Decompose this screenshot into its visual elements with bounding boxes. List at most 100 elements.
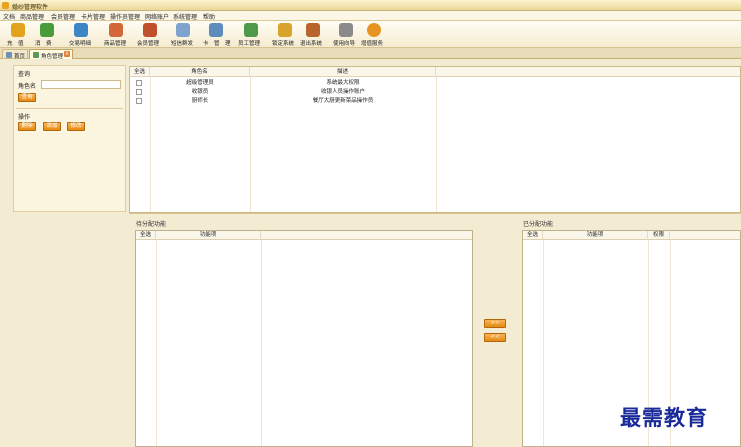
title-bar: 婚纱管理软件 (0, 0, 741, 11)
toolbar-label: 商品管理 (104, 41, 127, 47)
calendar-icon (74, 23, 88, 37)
row-checkbox[interactable] (136, 80, 142, 86)
toolbar-products-button[interactable]: 商品管理 (101, 22, 131, 47)
description-cell: 餐厅大厨更新菜品操作员 (312, 98, 374, 104)
member-icon (143, 23, 157, 37)
menu-card[interactable]: 卡片管理 (81, 12, 105, 21)
toolbar-transactions-button[interactable]: 交易明细 (66, 22, 96, 47)
menu-product[interactable]: 商品管理 (20, 12, 44, 21)
menu-system[interactable]: 系统管理 (173, 12, 197, 21)
toolbar-consume-button[interactable]: 消 费 (33, 22, 63, 47)
row-checkbox[interactable] (136, 98, 142, 104)
toolbar-card-button[interactable]: 卡 管 理 (200, 22, 232, 47)
assigned-select-all-header[interactable]: 全选 (523, 231, 543, 240)
section-divider (129, 213, 741, 214)
close-icon[interactable]: × (64, 51, 70, 57)
toolbar-label: 充 值 (7, 41, 24, 47)
toolbar-label: 短信群发 (171, 41, 194, 47)
box-icon (109, 23, 123, 37)
dollar-icon (367, 23, 381, 37)
toolbar-recharge-button[interactable]: 充 值 (3, 22, 33, 47)
assigned-empty-header (670, 231, 740, 240)
pending-functions-label: 待分配功能 (136, 221, 167, 228)
table-row[interactable]: 厨师长 餐厅大厨更新菜品操作员 (130, 97, 740, 105)
role-table: 全选 角色名 描述 超级管理员 系统最大权限 收银员 收银人员操作账户 厨师长 … (129, 66, 741, 213)
toolbar-members-button[interactable]: 会员管理 (135, 22, 165, 47)
pending-function-header: 功能项 (156, 231, 261, 240)
query-panel: 查询 角色名 查询 操作 删除 添加 修改 (13, 65, 126, 212)
toolbar-vas-button[interactable]: 增值服务 (359, 22, 389, 47)
description-header: 描述 (250, 67, 436, 77)
delete-button[interactable]: 删除 (18, 122, 36, 131)
role-name-label: 角色名 (18, 83, 37, 90)
role-name-cell: 超级管理员 (186, 80, 214, 86)
divider (16, 108, 123, 109)
main-content: 查询 角色名 查询 操作 删除 添加 修改 全选 角色名 描述 超级管理员 系统… (0, 59, 741, 447)
operations-group-title: 操作 (18, 114, 31, 121)
column-line (543, 240, 544, 446)
toolbar-sms-button[interactable]: 短信群发 (168, 22, 198, 47)
role-icon (33, 52, 39, 58)
staff-icon (244, 23, 258, 37)
toolbar-label: 使用向导 (333, 41, 356, 47)
card-icon (209, 23, 223, 37)
toolbar-label: 退出系统 (300, 41, 323, 47)
role-name-cell: 收银员 (191, 89, 209, 95)
house-icon (306, 23, 320, 37)
pending-functions-list: 全选 功能项 (135, 230, 473, 447)
menu-help[interactable]: 帮助 (203, 12, 215, 21)
watermark-logo: 最需教育 (620, 405, 708, 430)
table-row[interactable]: 超级管理员 系统最大权限 (130, 79, 740, 87)
window-title: 婚纱管理软件 (12, 4, 49, 11)
mail-icon (176, 23, 190, 37)
description-cell: 系统最大权限 (326, 80, 360, 86)
empty-header (436, 67, 740, 77)
edit-button[interactable]: 修改 (67, 122, 85, 131)
toolbar-label: 消 费 (35, 41, 52, 47)
row-checkbox[interactable] (136, 89, 142, 95)
app-icon (2, 2, 9, 9)
toolbar-label: 会员管理 (137, 41, 160, 47)
menu-operator[interactable]: 操作员管理 (110, 12, 140, 21)
toolbar-label: 增值服务 (361, 41, 384, 47)
menu-bar: 文档 商品管理 会员管理 卡片管理 操作员管理 网络账户 系统管理 帮助 (0, 11, 741, 21)
role-name-input[interactable] (41, 80, 121, 89)
tab-role-management[interactable]: 角色管理 × (29, 49, 73, 60)
select-all-header[interactable]: 全选 (130, 67, 150, 77)
toolbar: 充 值 消 费 交易明细 商品管理 会员管理 短信群发 卡 管 理 员工管理 锁… (0, 21, 741, 48)
table-row[interactable]: 收银员 收银人员操作账户 (130, 88, 740, 96)
permission-header: 权限 (648, 231, 670, 240)
menu-file[interactable]: 文档 (3, 12, 15, 21)
lock-icon (278, 23, 292, 37)
add-button[interactable]: 添加 (43, 122, 61, 131)
guide-icon (339, 23, 353, 37)
toolbar-label: 卡 管 理 (203, 41, 231, 47)
menu-member[interactable]: 会员管理 (51, 12, 75, 21)
remove-button[interactable]: << (484, 333, 506, 342)
pending-empty-header (261, 231, 472, 240)
description-cell: 收银人员操作账户 (320, 89, 365, 95)
assign-button[interactable]: >> (484, 319, 506, 328)
role-name-header: 角色名 (150, 67, 250, 77)
toolbar-exit-button[interactable]: 退出系统 (298, 22, 328, 47)
column-line (156, 240, 157, 446)
tab-home[interactable]: 首页 (2, 49, 28, 60)
coins-icon (11, 23, 25, 37)
assigned-functions-label: 已分配功能 (523, 221, 554, 228)
column-line (261, 240, 262, 446)
toolbar-label: 交易明细 (69, 41, 92, 47)
assigned-function-header: 功能项 (543, 231, 648, 240)
tab-bar: 首页 角色管理 × (0, 48, 741, 60)
cart-icon (40, 23, 54, 37)
toolbar-guide-button[interactable]: 使用向导 (331, 22, 361, 47)
menu-network[interactable]: 网络账户 (145, 12, 169, 21)
toolbar-lock-button[interactable]: 锁定系统 (270, 22, 300, 47)
pending-select-all-header[interactable]: 全选 (136, 231, 156, 240)
toolbar-staff-button[interactable]: 员工管理 (236, 22, 266, 47)
home-icon (6, 52, 12, 58)
toolbar-label: 锁定系统 (272, 41, 295, 47)
role-name-cell: 厨师长 (191, 98, 209, 104)
query-group-title: 查询 (18, 71, 31, 78)
toolbar-label: 员工管理 (238, 41, 261, 47)
search-button[interactable]: 查询 (18, 93, 36, 102)
